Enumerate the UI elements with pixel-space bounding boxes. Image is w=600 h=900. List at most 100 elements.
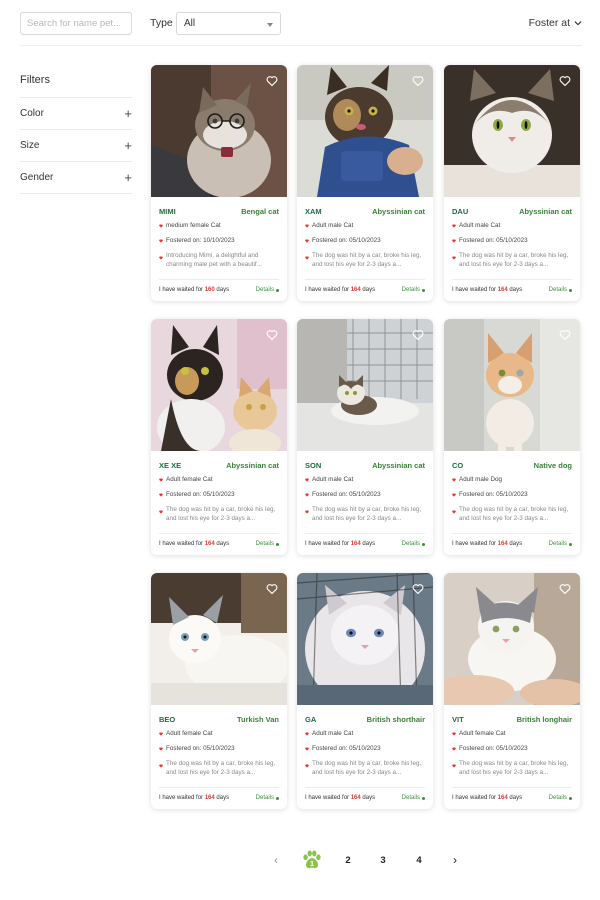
pet-description: The dog was hit by a car, broke his leg,… (305, 505, 427, 523)
pet-card[interactable]: GA British shorthair Adult male Cat Fost… (297, 573, 433, 809)
details-link[interactable]: Details (256, 541, 279, 547)
waited-text: I have waited for 160 days (159, 287, 229, 293)
chevron-down-icon (574, 21, 582, 26)
pet-description: The dog was hit by a car, broke his leg,… (159, 759, 281, 777)
pet-description: The dog was hit by a car, broke his leg,… (452, 759, 574, 777)
details-link[interactable]: Details (256, 287, 279, 293)
details-dot-icon (276, 542, 279, 546)
waited-text: I have waited for 164 days (305, 287, 375, 293)
details-dot-icon (569, 796, 572, 800)
page-2[interactable]: 2 (340, 848, 356, 872)
pet-info-text: Adult male Dog (459, 476, 503, 483)
heart-bullet-icon (159, 747, 163, 751)
pet-fostered-text: Fostered on: 05/10/2023 (166, 491, 235, 498)
details-link[interactable]: Details (402, 287, 425, 293)
waited-days: 164 (497, 795, 508, 801)
pet-info: Adult female Cat (452, 730, 574, 737)
pet-name-row: XAM Abyssinian cat (305, 207, 425, 216)
waited-suffix: days (216, 287, 230, 293)
svg-text:1: 1 (310, 859, 314, 868)
details-link[interactable]: Details (549, 287, 572, 293)
waited-prefix: I have waited for (305, 541, 350, 547)
type-select[interactable]: All (176, 12, 281, 35)
heart-favorite-icon[interactable] (559, 583, 571, 595)
pet-breed: Turkish Van (237, 715, 279, 724)
pet-card[interactable]: BEO Turkish Van Adult female Cat Fostere… (151, 573, 287, 809)
pet-description: Introducing Mimi, a delightful and charm… (159, 251, 281, 269)
details-link[interactable]: Details (256, 795, 279, 801)
heart-favorite-icon[interactable] (559, 329, 571, 341)
heart-favorite-icon[interactable] (559, 75, 571, 87)
sort-foster-at-dropdown[interactable]: Foster at (529, 17, 582, 29)
heart-bullet-icon (452, 763, 456, 768)
chevron-right-icon[interactable]: › (447, 848, 463, 872)
heart-bullet-icon (159, 732, 163, 736)
pet-card[interactable]: SON Abyssinian cat Adult male Cat Foster… (297, 319, 433, 555)
pet-name-row: GA British shorthair (305, 715, 425, 724)
waited-prefix: I have waited for (159, 287, 204, 293)
heart-bullet-icon (452, 747, 456, 751)
pet-info-text: medium female Cat (166, 222, 221, 229)
pet-breed: Abyssinian cat (372, 461, 425, 470)
pet-description: The dog was hit by a car, broke his leg,… (452, 505, 574, 523)
details-label: Details (401, 795, 420, 801)
heart-favorite-icon[interactable] (412, 75, 424, 87)
heart-bullet-icon (305, 224, 309, 228)
details-link[interactable]: Details (402, 795, 425, 801)
pet-fostered-text: Fostered on: 05/10/2023 (166, 745, 235, 752)
heart-favorite-icon[interactable] (412, 329, 424, 341)
details-dot-icon (569, 542, 572, 546)
waited-suffix: days (362, 541, 376, 547)
filter-color[interactable]: Color + (20, 98, 132, 130)
page-current-paw[interactable]: 1 (300, 848, 324, 872)
details-label: Details (255, 541, 274, 547)
page-3[interactable]: 3 (375, 848, 391, 872)
pet-card[interactable]: CO Native dog Adult male Dog Fostered on… (444, 319, 580, 555)
details-link[interactable]: Details (549, 541, 572, 547)
filter-size[interactable]: Size + (20, 130, 132, 162)
card-footer: I have waited for 164 days Details (305, 541, 425, 547)
pet-breed: Abyssinian cat (519, 207, 572, 216)
filters-title: Filters (20, 74, 132, 98)
heart-favorite-icon[interactable] (266, 75, 278, 87)
pet-card[interactable]: DAU Abyssinian cat Adult male Cat Foster… (444, 65, 580, 301)
pet-fostered-text: Fostered on: 05/10/2023 (459, 491, 528, 498)
details-dot-icon (276, 796, 279, 800)
details-link[interactable]: Details (549, 795, 572, 801)
pet-card[interactable]: XE XE Abyssinian cat Adult female Cat Fo… (151, 319, 287, 555)
filter-gender[interactable]: Gender + (20, 162, 132, 194)
waited-suffix: days (362, 795, 376, 801)
paw-icon: 1 (303, 850, 321, 869)
heart-bullet-icon (159, 478, 163, 482)
pet-card[interactable]: MIMI Bengal cat medium female Cat Foster… (151, 65, 287, 301)
waited-text: I have waited for 164 days (305, 795, 375, 801)
waited-days: 160 (204, 287, 215, 293)
waited-days: 164 (497, 541, 508, 547)
card-footer: I have waited for 164 days Details (159, 795, 279, 801)
pet-breed: British shorthair (366, 715, 425, 724)
heart-favorite-icon[interactable] (412, 583, 424, 595)
search-input[interactable] (20, 12, 132, 35)
pet-description-text: The dog was hit by a car, broke his leg,… (459, 760, 569, 777)
pet-fostered: Fostered on: 05/10/2023 (452, 491, 574, 498)
heart-bullet-icon (305, 732, 309, 736)
type-select-value: All (184, 18, 196, 29)
pet-card[interactable]: XAM Abyssinian cat Adult male Cat Foster… (297, 65, 433, 301)
pet-breed: Bengal cat (241, 207, 279, 216)
waited-prefix: I have waited for (452, 541, 497, 547)
card-footer: I have waited for 164 days Details (452, 541, 572, 547)
heart-bullet-icon (305, 493, 309, 497)
pet-info-text: Adult female Cat (166, 730, 213, 737)
page-4[interactable]: 4 (411, 848, 427, 872)
card-divider (452, 279, 572, 280)
pet-card[interactable]: VIT British longhair Adult female Cat Fo… (444, 573, 580, 809)
chevron-left-icon[interactable]: ‹ (268, 848, 284, 872)
top-divider (20, 45, 582, 46)
pet-info-text: Adult male Cat (312, 730, 354, 737)
pet-info: Adult female Cat (159, 476, 281, 483)
heart-favorite-icon[interactable] (266, 583, 278, 595)
heart-favorite-icon[interactable] (266, 329, 278, 341)
details-link[interactable]: Details (402, 541, 425, 547)
pet-info: medium female Cat (159, 222, 281, 229)
pet-description-text: Introducing Mimi, a delightful and charm… (166, 252, 262, 269)
